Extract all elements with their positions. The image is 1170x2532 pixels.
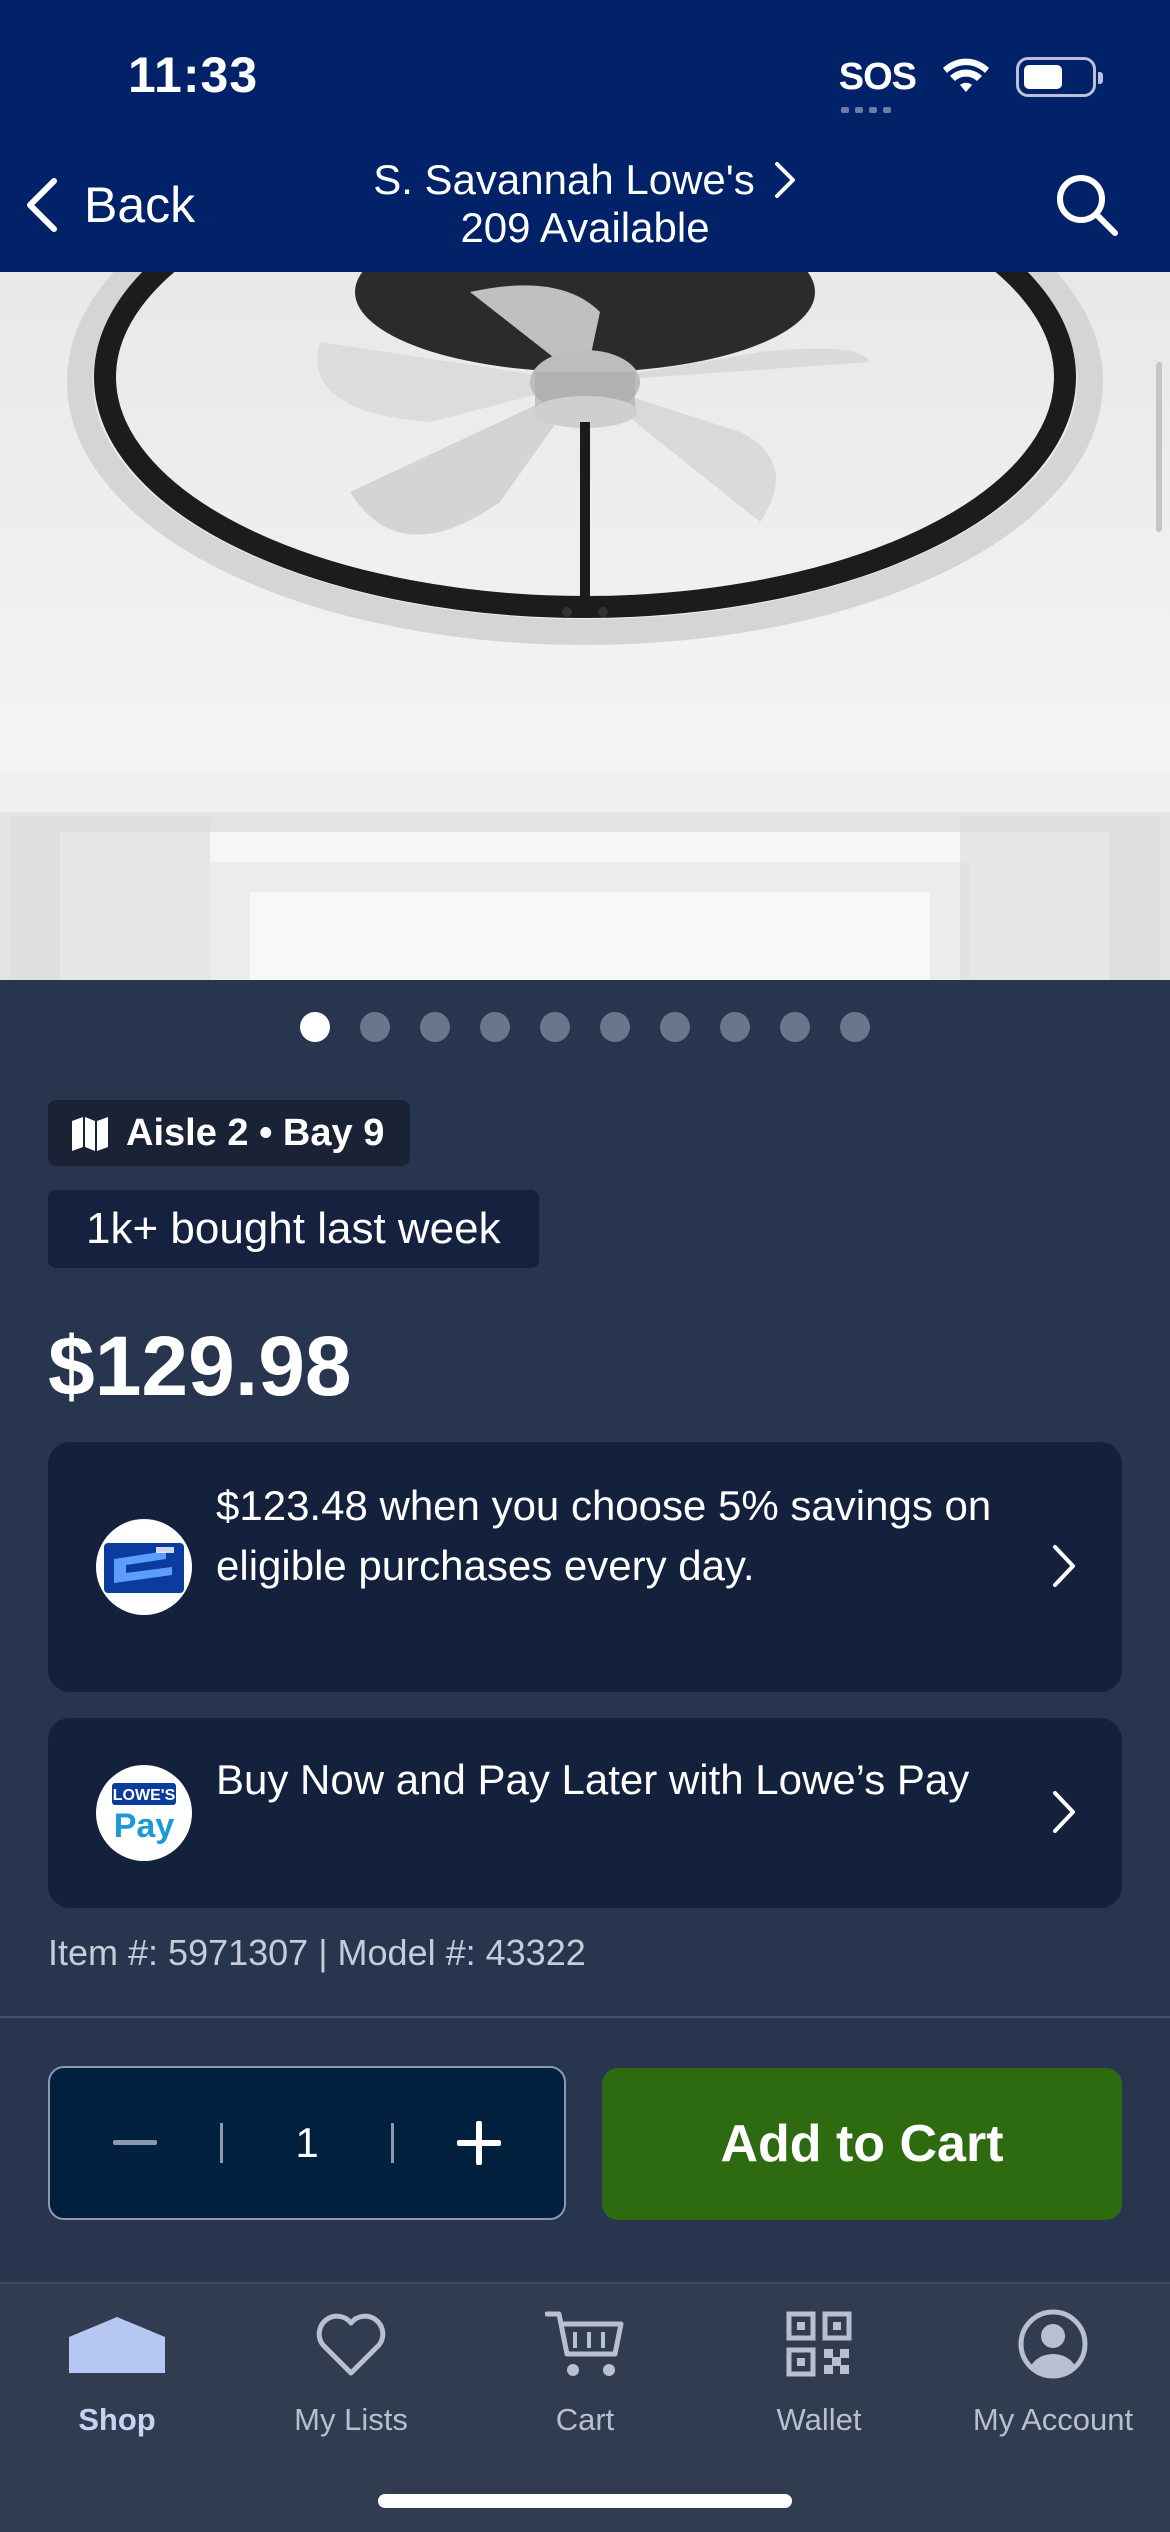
carousel-dot[interactable]	[420, 1012, 450, 1042]
chevron-left-icon	[27, 178, 57, 232]
bought-last-week-badge: 1k+ bought last week	[48, 1190, 539, 1268]
divider	[0, 2016, 1170, 2018]
cart-icon	[545, 2311, 624, 2376]
carousel-dot[interactable]	[300, 1012, 330, 1042]
battery-icon	[1016, 57, 1103, 97]
home-indicator[interactable]	[378, 2494, 792, 2508]
store-availability: 209 Available	[460, 204, 710, 251]
carousel-dot[interactable]	[540, 1012, 570, 1042]
bought-last-week-text: 1k+ bought last week	[86, 1204, 501, 1253]
lowes-pay-text: Buy Now and Pay Later with Lowe’s Pay	[216, 1756, 970, 1803]
svg-text:Pay: Pay	[114, 1807, 175, 1845]
add-to-cart-label: Add to Cart	[720, 2115, 1004, 2173]
tab-shop[interactable]: Shop	[0, 2304, 234, 2438]
aisle-location-badge[interactable]: Aisle 2 • Bay 9	[48, 1100, 411, 1166]
search-icon	[1057, 175, 1118, 236]
store-name: S. Savannah Lowe's	[373, 156, 755, 203]
status-time: 11:33	[128, 47, 259, 103]
add-to-cart-button[interactable]: Add to Cart	[602, 2068, 1122, 2220]
chevron-right-icon	[1053, 1545, 1075, 1587]
credit-savings-text: $123.48 when you choose 5% savings on el…	[216, 1482, 992, 1589]
search-button[interactable]	[1054, 172, 1120, 243]
carousel-dot[interactable]	[480, 1012, 510, 1042]
credit-savings-offer[interactable]: $123.48 when you choose 5% savings on el…	[48, 1442, 1122, 1692]
item-model-number: Item #: 5971307 | Model #: 43322	[48, 1932, 586, 1973]
qr-code-icon	[786, 2311, 852, 2377]
decrease-quantity-button[interactable]	[50, 2068, 220, 2218]
svg-text:LOWE'S: LOWE'S	[113, 1787, 176, 1804]
tab-label: Wallet	[776, 2402, 862, 2437]
sos-indicator: SOS	[838, 55, 917, 113]
ceiling-fan-image	[0, 272, 1170, 980]
chevron-right-icon	[1053, 1791, 1075, 1833]
tab-wallet[interactable]: Wallet	[702, 2304, 936, 2438]
quantity-stepper[interactable]: 1	[48, 2066, 566, 2220]
tab-label: My Account	[972, 2402, 1134, 2437]
increase-quantity-button[interactable]	[394, 2068, 564, 2218]
back-button[interactable]: Back	[22, 170, 195, 240]
status-indicators: SOS	[838, 52, 1103, 113]
back-label: Back	[84, 177, 196, 233]
sos-label: SOS	[838, 55, 917, 98]
heart-icon	[316, 2313, 386, 2376]
store-selector[interactable]: S. Savannah Lowe's 209 Available	[300, 156, 870, 252]
chevron-right-icon	[774, 162, 795, 198]
product-image[interactable]	[0, 272, 1170, 980]
tab-my-account[interactable]: My Account	[936, 2304, 1170, 2438]
lowes-pay-logo: LOWE'S Pay	[96, 1765, 192, 1861]
app-header: 11:33 SOS Back S. Savannah Lowe's 209 Av…	[0, 0, 1170, 272]
house-icon	[69, 2317, 165, 2373]
carousel-dot[interactable]	[660, 1012, 690, 1042]
carousel-dot[interactable]	[720, 1012, 750, 1042]
carousel-dot[interactable]	[600, 1012, 630, 1042]
wifi-icon	[943, 58, 989, 92]
carousel-dots[interactable]	[0, 1012, 1170, 1042]
signal-dots	[840, 106, 891, 113]
aisle-location-text: Aisle 2 • Bay 9	[126, 1111, 385, 1154]
tab-my-lists[interactable]: My Lists	[234, 2304, 468, 2438]
scroll-indicator	[1156, 362, 1162, 532]
quantity-value[interactable]: 1	[223, 2119, 391, 2167]
tab-label: Shop	[78, 2402, 156, 2437]
minus-icon	[113, 2140, 157, 2145]
tab-label: My Lists	[294, 2402, 408, 2437]
product-price: $129.98	[48, 1319, 352, 1413]
tab-cart[interactable]: Cart	[468, 2304, 702, 2438]
tab-label: Cart	[555, 2402, 615, 2437]
carousel-dot[interactable]	[840, 1012, 870, 1042]
carousel-dot[interactable]	[360, 1012, 390, 1042]
account-icon	[1018, 2309, 1088, 2379]
carousel-dot[interactable]	[780, 1012, 810, 1042]
map-icon	[72, 1117, 108, 1151]
plus-icon	[457, 2121, 501, 2165]
lowes-card-logo	[96, 1519, 192, 1615]
lowes-pay-offer[interactable]: LOWE'S Pay Buy Now and Pay Later with Lo…	[48, 1718, 1122, 1908]
